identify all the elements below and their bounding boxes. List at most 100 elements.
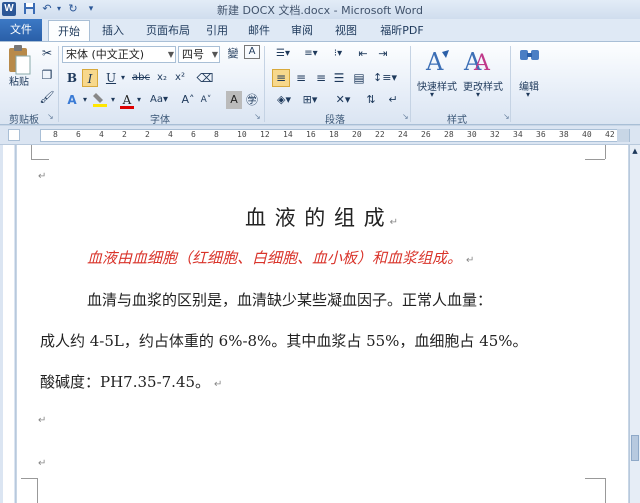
document-subtitle-text: 血液由血细胞（红细胞、白细胞、血小板）和血浆组成。 [87, 249, 463, 267]
font-name-combo[interactable]: 宋体 (中文正文) ▼ [62, 46, 176, 63]
font-size-value: 四号 [182, 48, 204, 61]
shrink-font-icon[interactable]: A˅ [198, 91, 214, 109]
increase-indent-icon[interactable]: ⇥ [374, 45, 392, 63]
wen-font-icon[interactable]: 變 [224, 45, 242, 63]
separator [58, 46, 59, 122]
scrollbar-thumb[interactable] [631, 435, 639, 461]
tab-review[interactable]: 审阅 [282, 20, 322, 41]
change-styles-button[interactable]: 更改样式 [460, 78, 506, 93]
chevron-down-icon: ▾ [476, 90, 481, 99]
ruler-number: 4 [99, 130, 104, 139]
italic-icon[interactable]: I [82, 69, 98, 87]
chevron-down-icon[interactable]: ▾ [134, 91, 144, 109]
multilevel-list-icon[interactable]: ⁝▾ [326, 45, 350, 63]
bold-icon[interactable]: B [64, 69, 80, 87]
paragraph-launcher-icon[interactable]: ↘ [402, 112, 409, 121]
highlight-icon[interactable] [92, 91, 108, 109]
document-subtitle[interactable]: 血液由血细胞（红细胞、白细胞、血小板）和血浆组成。 ↵ [87, 247, 474, 268]
copy-icon[interactable]: ❐ [39, 66, 55, 84]
grow-font-icon[interactable]: A˄ [180, 91, 196, 109]
chevron-down-icon: ▾ [430, 90, 435, 99]
separator [410, 46, 411, 122]
svg-text:A: A [425, 48, 444, 76]
ruler-number: 32 [490, 130, 500, 139]
change-styles-icon[interactable]: AA [462, 46, 492, 76]
tab-references[interactable]: 引用 [198, 20, 236, 41]
ruler-number: 42 [605, 130, 615, 139]
ruler-number: 28 [444, 130, 454, 139]
vertical-ruler-bar[interactable] [3, 145, 14, 503]
character-shading-icon[interactable]: A [226, 91, 242, 109]
clipboard-launcher-icon[interactable]: ↘ [47, 112, 54, 121]
tab-file[interactable]: 文件 [0, 19, 42, 41]
body-line-1[interactable]: 血清与血浆的区别是，血清缺少某些凝血因子。正常人血量： [87, 289, 492, 310]
ruler-number: 22 [375, 130, 385, 139]
tab-page-layout[interactable]: 页面布局 [138, 20, 198, 41]
tab-view[interactable]: 视图 [326, 20, 366, 41]
enclose-characters-icon[interactable]: ㊫ [244, 91, 260, 109]
tab-foxit-pdf[interactable]: 福昕PDF [372, 20, 432, 41]
ribbon: 粘贴 ✂ ❐ 🖌 剪贴板 ↘ 宋体 (中文正文) ▼ 四号 ▼ 變 A B I U … [0, 41, 640, 126]
align-center-icon[interactable]: ≡ [292, 69, 310, 87]
vertical-scrollbar[interactable]: ▲ [629, 145, 640, 503]
underline-icon[interactable]: U [104, 69, 118, 87]
numbering-icon[interactable]: ≡▾ [298, 45, 324, 63]
chevron-down-icon[interactable]: ▾ [80, 91, 90, 109]
body-line-2[interactable]: 成人约 4-5L，约占体重的 6%-8%。其中血浆占 55%，血细胞占 45%。 [40, 330, 528, 351]
editing-icon[interactable] [518, 46, 542, 74]
sort-icon[interactable]: ⇅ [362, 91, 380, 109]
borders-icon[interactable]: ⊞▾ [298, 91, 322, 109]
scroll-up-icon[interactable]: ▲ [631, 147, 639, 157]
paragraph-mark: ↵ [389, 217, 400, 228]
body-line-3[interactable]: 酸碱度：PH7.35-7.45。 ↵ [40, 371, 222, 392]
font-size-combo[interactable]: 四号 ▼ [178, 46, 220, 63]
paste-button[interactable]: 粘贴 [4, 76, 34, 100]
font-name-value: 宋体 (中文正文) [66, 48, 145, 61]
justify-icon[interactable]: ☰ [330, 69, 348, 87]
character-border-icon[interactable]: A [244, 45, 260, 59]
format-painter-icon[interactable]: 🖌 [39, 88, 55, 106]
line-spacing-icon[interactable]: ↕≡▾ [372, 69, 398, 87]
chevron-down-icon: ▼ [211, 50, 218, 59]
align-left-icon[interactable]: ≡ [272, 69, 290, 87]
tab-selector-icon[interactable] [8, 129, 20, 141]
chevron-down-icon[interactable]: ▾ [108, 91, 118, 109]
tab-home[interactable]: 开始 [48, 20, 90, 41]
shading-icon[interactable]: ◈▾ [272, 91, 296, 109]
distributed-icon[interactable]: ▤ [350, 69, 368, 87]
subscript-icon[interactable]: x₂ [154, 69, 170, 87]
change-case-icon[interactable]: Aa▾ [148, 91, 170, 109]
font-launcher-icon[interactable]: ↘ [254, 112, 261, 121]
crop-mark [585, 159, 605, 160]
chevron-down-icon[interactable]: ▾ [118, 69, 128, 87]
decrease-indent-icon[interactable]: ⇤ [354, 45, 372, 63]
ruler-number: 30 [467, 130, 477, 139]
ruler-number: 6 [191, 130, 196, 139]
bullets-icon[interactable]: ☰▾ [270, 45, 296, 63]
superscript-icon[interactable]: x² [172, 69, 188, 87]
chinese-layout-icon[interactable]: ✕▾ [330, 91, 356, 109]
separator [510, 46, 511, 122]
styles-launcher-icon[interactable]: ↘ [503, 112, 510, 121]
paragraph-mark: ↵ [466, 255, 475, 266]
tab-mailings[interactable]: 邮件 [240, 20, 278, 41]
clear-formatting-icon[interactable]: ⌫ [196, 69, 214, 87]
crop-mark [605, 145, 606, 159]
vertical-ruler [0, 145, 16, 503]
cut-icon[interactable]: ✂ [39, 44, 55, 62]
text-effects-icon[interactable]: A [64, 91, 80, 109]
ruler-bar[interactable]: 8 6 4 2 2 4 6 8 10 12 14 16 18 20 22 24 26 28 30 32 34 36 38 40… [40, 129, 630, 142]
align-right-icon[interactable]: ≡ [312, 69, 330, 87]
strikethrough-icon[interactable]: abc [132, 69, 150, 87]
quick-styles-button[interactable]: 快速样式 [414, 78, 460, 93]
document-page[interactable]: ↵ 血 液 的 组 成 ↵ 血液由血细胞（红细胞、白细胞、血小板）和血浆组成。 ↵ … [17, 145, 628, 503]
document-title[interactable]: 血 液 的 组 成 ↵ [197, 202, 447, 232]
crop-mark [605, 478, 606, 503]
show-marks-icon[interactable]: ↵ [384, 91, 402, 109]
ruler-number: 14 [283, 130, 293, 139]
body-line-3-text: 酸碱度：PH7.35-7.45。 [40, 373, 211, 391]
tab-insert[interactable]: 插入 [94, 20, 132, 41]
crop-mark [31, 145, 32, 159]
ruler-number: 2 [145, 130, 150, 139]
quick-styles-icon[interactable]: A [422, 46, 452, 76]
